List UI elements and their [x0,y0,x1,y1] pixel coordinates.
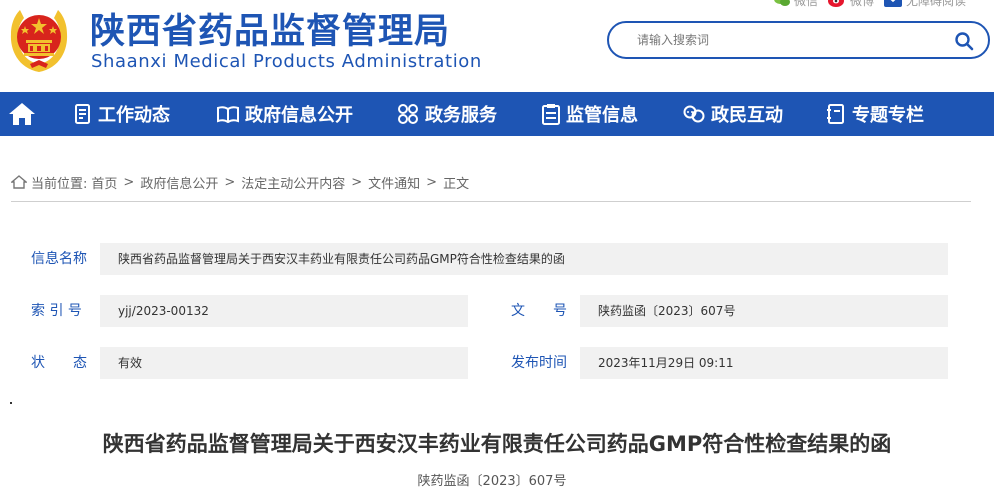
top-links: 微信 微博 无障碍阅读 [774,0,976,9]
document-list-icon [75,104,90,124]
breadcrumb-separator: > [224,174,236,190]
nav-label: 专题专栏 [852,105,924,126]
nav-label: 监管信息 [566,105,638,126]
open-book-icon [217,106,239,123]
search-box [607,21,990,59]
accessibility-link[interactable]: 无障碍阅读 [884,0,966,9]
nav-item-supervision[interactable]: 监管信息 [542,92,638,136]
nav-label: 政府信息公开 [245,105,353,126]
breadcrumb-prefix: 当前位置: [31,176,88,192]
national-emblem-logo [10,10,68,72]
site-subtitle: Shaanxi Medical Products Administration [91,51,482,72]
nav-item-work-news[interactable]: 工作动态 [74,92,170,136]
nav-item-special-topics[interactable]: 专题专栏 [826,92,924,136]
weibo-link[interactable]: 微博 [828,0,874,9]
search-icon[interactable] [954,31,974,51]
nav-item-gov-info[interactable]: 政府信息公开 [217,92,353,136]
info-name-value: 陕西省药品监督管理局关于西安汉丰药业有限责任公司药品GMP符合性检查结果的函 [100,243,948,275]
document-number-label: 文 号 [511,303,567,319]
index-number-value: yjj/2023-00132 [100,295,468,327]
breadcrumb-separator: > [123,174,135,190]
stray-dot [10,402,12,404]
nav-label: 工作动态 [98,105,170,126]
accessibility-label: 无障碍阅读 [906,0,967,8]
index-number-label: 索 引 号 [31,303,82,319]
status-value: 有效 [100,347,468,379]
nav-item-gov-service[interactable]: 政务服务 [397,92,497,136]
weibo-icon [828,0,845,7]
clipboard-icon [542,104,560,125]
location-home-icon [11,175,27,189]
envelope-icon [884,0,903,7]
main-nav: 工作动态 政府信息公开 政务服务 监管信息 政民互动 专题专栏 [0,92,994,136]
info-name-label: 信息名称 [31,251,87,267]
divider [11,201,971,202]
breadcrumb-separator: > [351,174,363,190]
status-label: 状 态 [31,355,87,371]
interaction-icon [683,105,705,123]
breadcrumb-current: 正文 [443,176,470,192]
breadcrumb-separator: > [426,174,438,190]
site-title: 陕西省药品监督管理局 [90,12,451,52]
nav-label: 政务服务 [425,105,497,126]
home-button[interactable] [0,92,44,136]
site-header: 陕西省药品监督管理局 Shaanxi Medical Products Admi… [0,0,994,92]
breadcrumb-gov-info[interactable]: 政府信息公开 [140,173,218,192]
search-input[interactable] [637,31,937,49]
service-grid-icon [398,104,418,124]
breadcrumb-home[interactable]: 首页 [91,173,117,192]
publish-date-value: 2023年11月29日 09:11 [580,347,948,379]
breadcrumb-statutory[interactable]: 法定主动公开内容 [241,173,345,192]
document-title: 陕西省药品监督管理局关于西安汉丰药业有限责任公司药品GMP符合性检查结果的函 [102,432,892,456]
publish-date-label: 发布时间 [511,355,567,371]
breadcrumb: 当前位置: 首页 > 政府信息公开 > 法定主动公开内容 > 文件通知 > 正文 [11,173,470,192]
wechat-label: 微信 [794,0,819,8]
weibo-label: 微博 [850,0,875,8]
nav-label: 政民互动 [711,105,783,126]
wechat-icon [774,0,790,6]
home-icon [9,103,35,125]
document-number: 陕药监函〔2023〕607号 [417,474,567,489]
document-number-value: 陕药监函〔2023〕607号 [580,295,948,327]
breadcrumb-notices[interactable]: 文件通知 [368,173,420,192]
wechat-link[interactable]: 微信 [774,0,818,9]
notebook-icon [827,104,844,124]
nav-item-interaction[interactable]: 政民互动 [683,92,783,136]
